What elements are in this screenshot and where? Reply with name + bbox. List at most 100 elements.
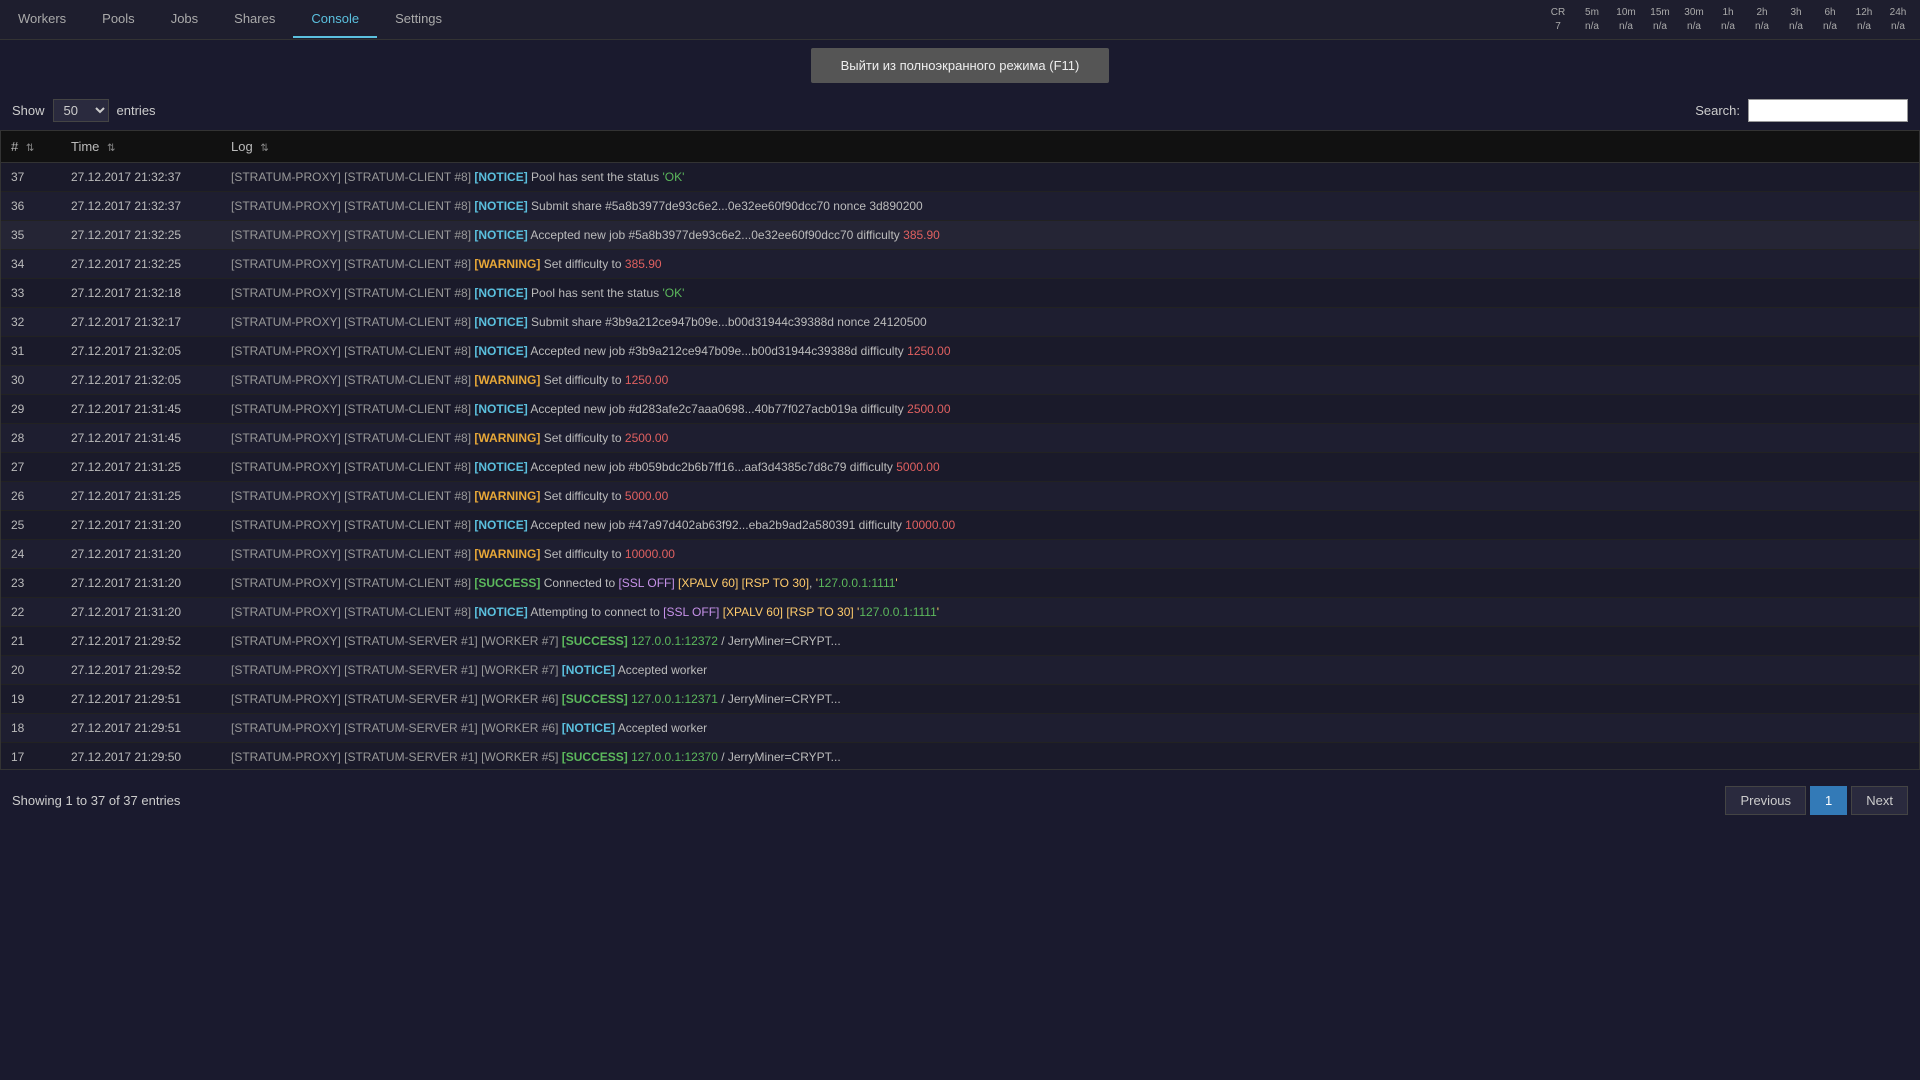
cell-log: [STRATUM-PROXY] [STRATUM-CLIENT #8] [NOT… (221, 192, 1919, 221)
stat-header: 6h (1816, 6, 1844, 20)
cell-time: 27.12.2017 21:29:51 (61, 685, 221, 714)
cell-log: [STRATUM-PROXY] [STRATUM-CLIENT #8] [NOT… (221, 163, 1919, 192)
show-label: Show (12, 103, 45, 118)
sort-icon-time: ⇅ (107, 143, 115, 154)
sort-icon-num: ⇅ (26, 143, 34, 154)
table-row: 3627.12.2017 21:32:37[STRATUM-PROXY] [ST… (1, 192, 1919, 221)
show-entries-control: Show 10 25 50 100 entries (12, 99, 156, 122)
stat-value: n/a (1748, 20, 1776, 34)
cell-log: [STRATUM-PROXY] [STRATUM-CLIENT #8] [WAR… (221, 540, 1919, 569)
cell-time: 27.12.2017 21:32:05 (61, 337, 221, 366)
cell-time: 27.12.2017 21:32:37 (61, 163, 221, 192)
cell-time: 27.12.2017 21:31:20 (61, 511, 221, 540)
stat-value: n/a (1884, 20, 1912, 34)
table-row: 3427.12.2017 21:32:25[STRATUM-PROXY] [ST… (1, 250, 1919, 279)
cell-num: 33 (1, 279, 61, 308)
cell-num: 19 (1, 685, 61, 714)
tab-shares[interactable]: Shares (216, 1, 293, 38)
log-table-wrapper: # ⇅ Time ⇅ Log ⇅ 3727.12.2017 21:32:37[S… (0, 130, 1920, 770)
col-num[interactable]: # ⇅ (1, 131, 61, 163)
cell-time: 27.12.2017 21:31:20 (61, 569, 221, 598)
stat-value: n/a (1816, 20, 1844, 34)
cell-num: 32 (1, 308, 61, 337)
table-row: 2627.12.2017 21:31:25[STRATUM-PROXY] [ST… (1, 482, 1919, 511)
table-row: 1927.12.2017 21:29:51[STRATUM-PROXY] [ST… (1, 685, 1919, 714)
previous-button[interactable]: Previous (1725, 786, 1806, 815)
top-navigation: Workers Pools Jobs Shares Console Settin… (0, 0, 1920, 40)
stat-header: CR (1544, 6, 1572, 20)
next-button[interactable]: Next (1851, 786, 1908, 815)
top-stats: CR5m10m15m30m1h2h3h6h12h24h 7n/an/an/an/… (1544, 6, 1920, 34)
stat-header: 15m (1646, 6, 1674, 20)
fullscreen-banner: Выйти из полноэкранного режима (F11) (0, 40, 1920, 91)
search-input[interactable] (1748, 99, 1908, 122)
cell-num: 36 (1, 192, 61, 221)
cell-log: [STRATUM-PROXY] [STRATUM-CLIENT #8] [NOT… (221, 598, 1919, 627)
cell-log: [STRATUM-PROXY] [STRATUM-SERVER #1] [WOR… (221, 656, 1919, 685)
table-row: 1727.12.2017 21:29:50[STRATUM-PROXY] [ST… (1, 743, 1919, 771)
stat-value: n/a (1782, 20, 1810, 34)
col-log[interactable]: Log ⇅ (221, 131, 1919, 163)
tab-pools[interactable]: Pools (84, 1, 153, 38)
stat-value: n/a (1680, 20, 1708, 34)
cell-num: 29 (1, 395, 61, 424)
stat-value: n/a (1850, 20, 1878, 34)
cell-log: [STRATUM-PROXY] [STRATUM-CLIENT #8] [NOT… (221, 511, 1919, 540)
cell-log: [STRATUM-PROXY] [STRATUM-SERVER #1] [WOR… (221, 627, 1919, 656)
stat-header: 5m (1578, 6, 1606, 20)
col-time[interactable]: Time ⇅ (61, 131, 221, 163)
cell-num: 17 (1, 743, 61, 771)
cell-time: 27.12.2017 21:29:51 (61, 714, 221, 743)
cell-time: 27.12.2017 21:32:37 (61, 192, 221, 221)
entries-select[interactable]: 10 25 50 100 (53, 99, 109, 122)
stat-header: 10m (1612, 6, 1640, 20)
cell-log: [STRATUM-PROXY] [STRATUM-CLIENT #8] [NOT… (221, 337, 1919, 366)
cell-log: [STRATUM-PROXY] [STRATUM-CLIENT #8] [WAR… (221, 366, 1919, 395)
search-area: Search: (1695, 99, 1908, 122)
table-row: 3727.12.2017 21:32:37[STRATUM-PROXY] [ST… (1, 163, 1919, 192)
stat-value: n/a (1612, 20, 1640, 34)
table-row: 2727.12.2017 21:31:25[STRATUM-PROXY] [ST… (1, 453, 1919, 482)
log-table: # ⇅ Time ⇅ Log ⇅ 3727.12.2017 21:32:37[S… (1, 131, 1919, 770)
cell-time: 27.12.2017 21:31:45 (61, 424, 221, 453)
cell-time: 27.12.2017 21:29:50 (61, 743, 221, 771)
cell-num: 34 (1, 250, 61, 279)
stat-header: 2h (1748, 6, 1776, 20)
tab-console[interactable]: Console (293, 1, 377, 38)
table-row: 2927.12.2017 21:31:45[STRATUM-PROXY] [ST… (1, 395, 1919, 424)
page-1-button[interactable]: 1 (1810, 786, 1847, 815)
cell-num: 25 (1, 511, 61, 540)
table-row: 2527.12.2017 21:31:20[STRATUM-PROXY] [ST… (1, 511, 1919, 540)
stat-header: 24h (1884, 6, 1912, 20)
tab-jobs[interactable]: Jobs (153, 1, 216, 38)
cell-time: 27.12.2017 21:31:45 (61, 395, 221, 424)
tab-workers[interactable]: Workers (0, 1, 84, 38)
cell-num: 28 (1, 424, 61, 453)
cell-log: [STRATUM-PROXY] [STRATUM-CLIENT #8] [WAR… (221, 424, 1919, 453)
table-row: 2827.12.2017 21:31:45[STRATUM-PROXY] [ST… (1, 424, 1919, 453)
table-footer: Showing 1 to 37 of 37 entries Previous 1… (0, 778, 1920, 823)
cell-num: 37 (1, 163, 61, 192)
cell-num: 21 (1, 627, 61, 656)
cell-num: 30 (1, 366, 61, 395)
cell-num: 35 (1, 221, 61, 250)
cell-log: [STRATUM-PROXY] [STRATUM-CLIENT #8] [SUC… (221, 569, 1919, 598)
cell-num: 26 (1, 482, 61, 511)
cell-time: 27.12.2017 21:32:25 (61, 221, 221, 250)
cell-num: 23 (1, 569, 61, 598)
controls-row: Show 10 25 50 100 entries Search: (0, 91, 1920, 130)
cell-time: 27.12.2017 21:29:52 (61, 656, 221, 685)
stat-value: 7 (1544, 20, 1572, 34)
cell-log: [STRATUM-PROXY] [STRATUM-CLIENT #8] [NOT… (221, 308, 1919, 337)
tab-settings[interactable]: Settings (377, 1, 460, 38)
fullscreen-button[interactable]: Выйти из полноэкранного режима (F11) (811, 48, 1110, 83)
cell-num: 27 (1, 453, 61, 482)
table-header-row: # ⇅ Time ⇅ Log ⇅ (1, 131, 1919, 163)
sort-icon-log: ⇅ (260, 143, 268, 154)
search-label: Search: (1695, 103, 1740, 118)
cell-log: [STRATUM-PROXY] [STRATUM-SERVER #1] [WOR… (221, 714, 1919, 743)
stat-header: 3h (1782, 6, 1810, 20)
cell-time: 27.12.2017 21:32:17 (61, 308, 221, 337)
table-row: 3527.12.2017 21:32:25[STRATUM-PROXY] [ST… (1, 221, 1919, 250)
pagination: Previous 1 Next (1725, 786, 1908, 815)
